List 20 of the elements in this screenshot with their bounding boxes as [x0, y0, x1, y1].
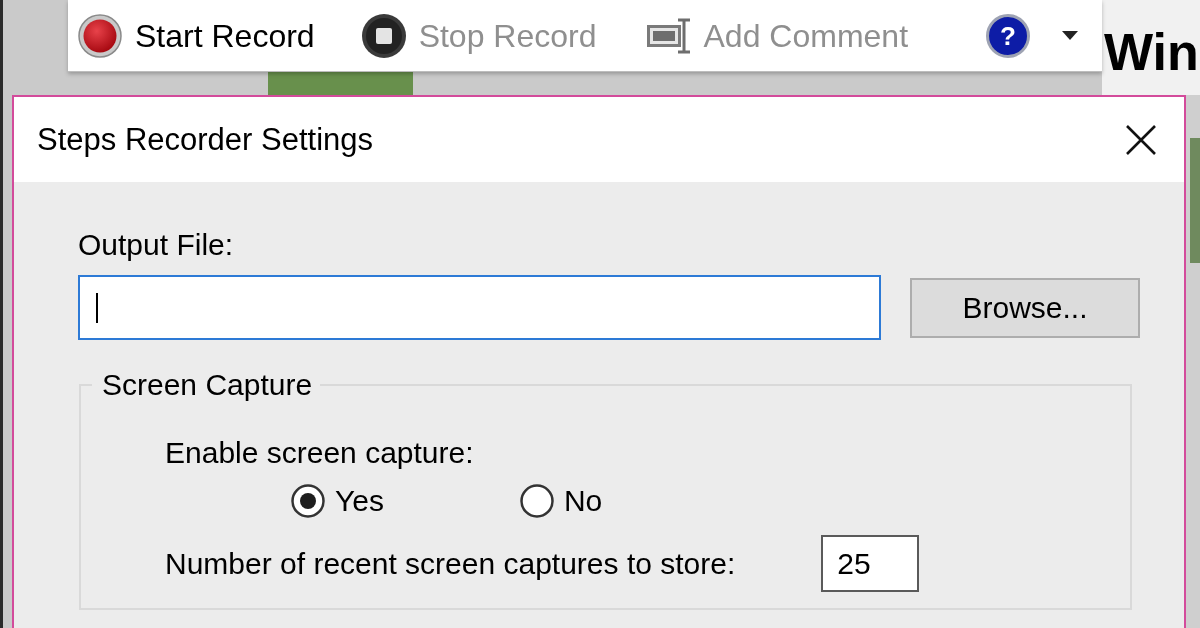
close-icon [1126, 124, 1156, 155]
dropdown-caret-icon[interactable] [1062, 31, 1079, 40]
radio-option[interactable]: Yes [291, 484, 384, 518]
group-label: Screen Capture [101, 368, 314, 402]
option-label: Enable screen capture: [165, 436, 474, 470]
record-icon [78, 13, 122, 58]
text-box-icon [646, 17, 691, 54]
text-cursor-icon [96, 292, 98, 323]
output-file-field[interactable] [78, 275, 881, 340]
toolbar-button[interactable]: Start Record [78, 11, 315, 60]
browse-button[interactable]: Browse... [910, 277, 1140, 338]
background-heading: Win [1104, 26, 1199, 78]
field-label: Output File: [78, 228, 234, 262]
option-label: Number of recent screen captures to store: [165, 546, 736, 581]
count-field[interactable]: 25 [821, 535, 920, 592]
help-button[interactable]: ? [986, 13, 1031, 58]
stop-icon [360, 12, 407, 59]
close-button[interactable] [1126, 124, 1156, 155]
dialog-title: Steps Recorder Settings [37, 121, 373, 158]
radio-option[interactable]: No [519, 484, 603, 518]
